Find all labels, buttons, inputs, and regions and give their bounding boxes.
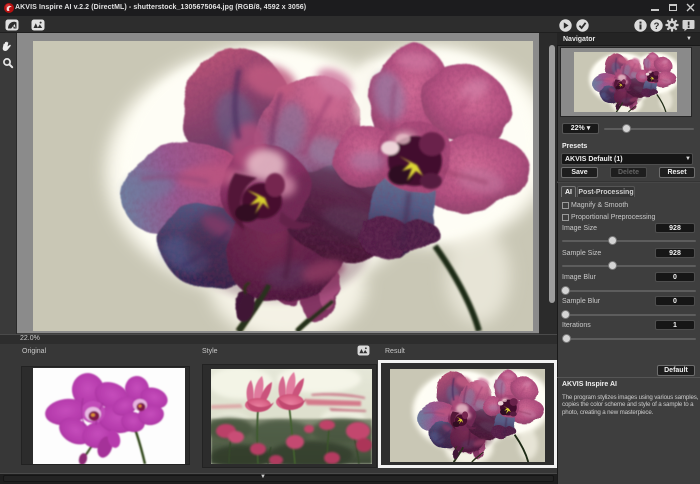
svg-text:?: ? (654, 21, 660, 32)
